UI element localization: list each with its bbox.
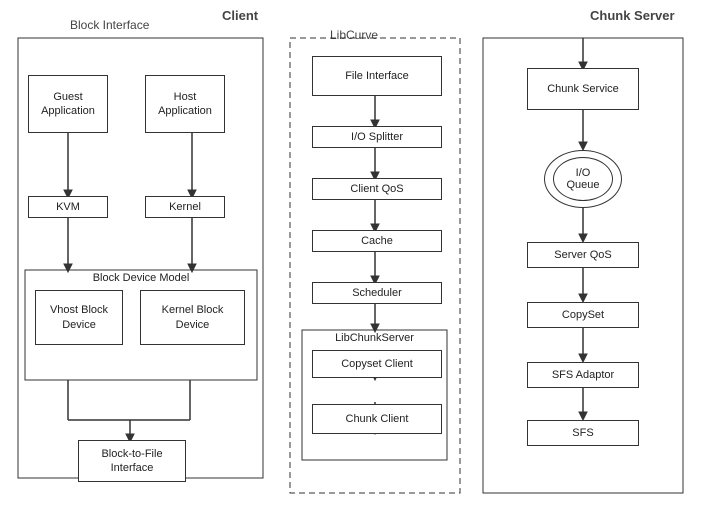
scheduler-label: Scheduler bbox=[352, 286, 402, 300]
diagram: Block Interface Client LibCurve Chunk Se… bbox=[0, 0, 707, 513]
cache-box: Cache bbox=[312, 230, 442, 252]
block-device-model-label: Block Device Model bbox=[25, 270, 257, 286]
kvm-box: KVM bbox=[28, 196, 108, 218]
copyset-box: CopySet bbox=[527, 302, 639, 328]
kvm-label: KVM bbox=[56, 200, 80, 214]
cache-label: Cache bbox=[361, 234, 393, 248]
chunk-client-label: Chunk Client bbox=[346, 412, 409, 426]
server-qos-box: Server QoS bbox=[527, 242, 639, 268]
libcurve-label: LibCurve bbox=[330, 28, 378, 42]
chunk-server-label: Chunk Server bbox=[590, 8, 675, 23]
io-queue-inner: I/OQueue bbox=[553, 157, 613, 201]
kernel-box: Kernel bbox=[145, 196, 225, 218]
chunk-service-label: Chunk Service bbox=[547, 82, 619, 96]
client-qos-box: Client QoS bbox=[312, 178, 442, 200]
client-label: Client bbox=[222, 8, 258, 23]
lib-chunk-server-label: LibChunkServer bbox=[302, 330, 447, 346]
io-splitter-box: I/O Splitter bbox=[312, 126, 442, 148]
client-qos-label: Client QoS bbox=[350, 182, 403, 196]
copyset-client-label: Copyset Client bbox=[341, 357, 413, 371]
scheduler-box: Scheduler bbox=[312, 282, 442, 304]
kernel-block-device-label: Kernel BlockDevice bbox=[162, 303, 224, 332]
chunk-client-box: Chunk Client bbox=[312, 404, 442, 434]
io-queue-label: I/OQueue bbox=[566, 167, 599, 191]
sfs-label: SFS bbox=[572, 426, 593, 440]
host-application-box: HostApplication bbox=[145, 75, 225, 133]
kernel-label: Kernel bbox=[169, 200, 201, 214]
block-to-file-label: Block-to-FileInterface bbox=[101, 447, 162, 476]
guest-application-box: GuestApplication bbox=[28, 75, 108, 133]
guest-application-label: GuestApplication bbox=[41, 90, 95, 119]
file-interface-box: File Interface bbox=[312, 56, 442, 96]
host-application-label: HostApplication bbox=[158, 90, 212, 119]
vhost-block-device-box: Vhost BlockDevice bbox=[35, 290, 123, 345]
copyset-label: CopySet bbox=[562, 308, 604, 322]
block-interface-label: Block Interface bbox=[70, 18, 149, 32]
chunk-service-box: Chunk Service bbox=[527, 68, 639, 110]
sfs-adaptor-label: SFS Adaptor bbox=[552, 368, 614, 382]
sfs-box: SFS bbox=[527, 420, 639, 446]
copyset-client-box: Copyset Client bbox=[312, 350, 442, 378]
io-splitter-label: I/O Splitter bbox=[351, 130, 403, 144]
kernel-block-device-box: Kernel BlockDevice bbox=[140, 290, 245, 345]
file-interface-label: File Interface bbox=[345, 69, 409, 83]
server-qos-label: Server QoS bbox=[554, 248, 611, 262]
vhost-block-device-label: Vhost BlockDevice bbox=[50, 303, 108, 332]
sfs-adaptor-box: SFS Adaptor bbox=[527, 362, 639, 388]
block-to-file-box: Block-to-FileInterface bbox=[78, 440, 186, 482]
io-queue-outer: I/OQueue bbox=[544, 150, 622, 208]
